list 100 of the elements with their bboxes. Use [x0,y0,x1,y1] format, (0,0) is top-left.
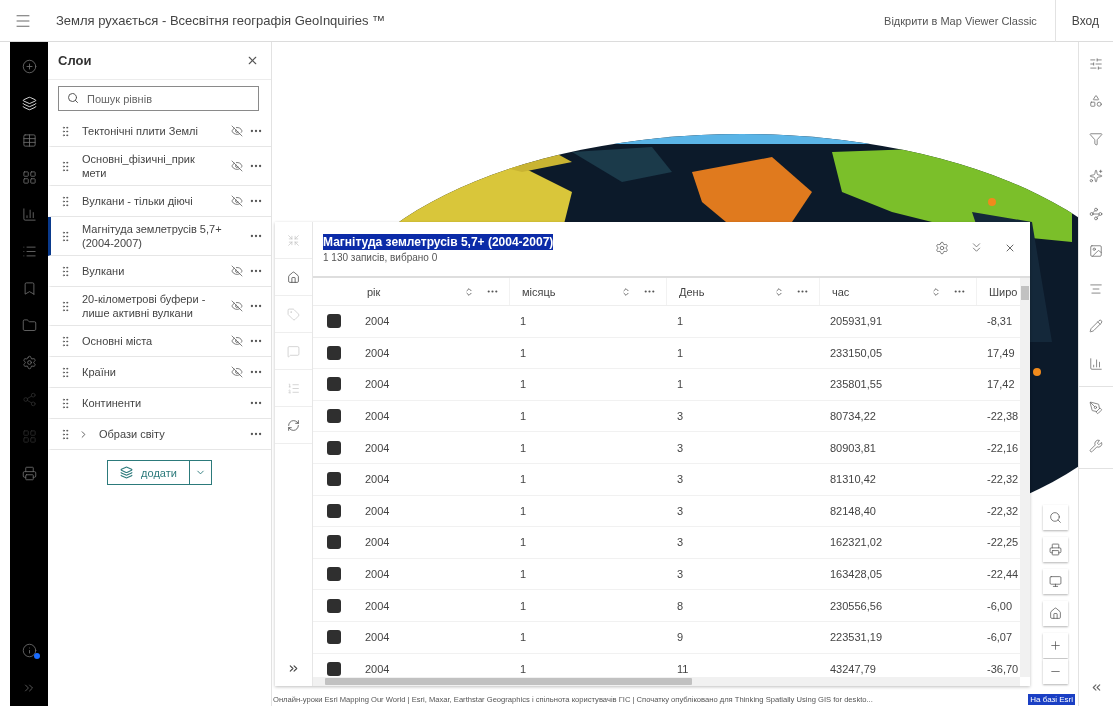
sort-icon[interactable] [464,286,474,297]
sort-icon[interactable] [931,286,941,297]
add-menu-button[interactable] [188,460,212,485]
eye-off-icon[interactable] [231,335,243,347]
monitor-button[interactable] [1043,569,1068,594]
row-checkbox[interactable] [327,440,341,455]
refresh-icon[interactable] [287,418,300,432]
layer-name: Вулкани - тільки діючі [81,194,194,208]
row-checkbox[interactable] [327,503,341,518]
row-checkbox[interactable] [327,598,341,613]
add-icon[interactable] [21,59,37,74]
table-cell-text: 233150,05 [829,346,883,359]
row-checkbox[interactable] [327,377,341,392]
column-header[interactable]: час [832,285,927,298]
filter-icon[interactable] [1089,131,1103,146]
grid-icon[interactable] [21,170,37,185]
layer-name: Основні міста [81,334,154,348]
column-header[interactable]: рік [367,285,460,298]
layer-item[interactable]: Образи світу [48,419,271,450]
sort-icon[interactable] [774,286,784,297]
vertical-scrollbar[interactable] [1020,278,1030,677]
layer-item[interactable]: Вулкани [48,256,271,287]
eye-off-icon[interactable] [231,366,243,378]
horizontal-scrollbar[interactable] [313,677,1020,686]
table-cell-text: -6,00 [986,599,1014,612]
row-checkbox[interactable] [327,567,341,582]
table-cell-text: -22,25 [986,536,1020,549]
eye-off-icon[interactable] [231,195,243,207]
column-header[interactable]: День [679,285,770,298]
layer-name: Магнітуда землетрусів 5,7+ (2004-2007) [81,222,223,250]
print-icon[interactable] [21,466,37,481]
pen-icon[interactable] [1089,401,1103,416]
table-cell-text: 205931,91 [829,315,883,328]
folder-icon[interactable] [21,318,37,333]
plus-button[interactable] [1043,633,1068,658]
settings-icon[interactable] [21,355,37,370]
shapes-icon[interactable] [1089,94,1103,109]
eye-off-icon[interactable] [231,125,243,137]
layer-name: Тектонічні плити Землі [81,124,199,138]
chart-icon[interactable] [1089,356,1103,371]
layer-item[interactable]: Тектонічні плити Землі [48,116,271,147]
image-icon[interactable] [1089,244,1103,259]
sign-in-link[interactable]: Вход [1055,13,1113,28]
layer-item[interactable]: Магнітуда землетрусів 5,7+ (2004-2007) [48,217,271,256]
home-icon[interactable] [287,270,300,284]
layer-item[interactable]: Основні_фізичні_прик мети [48,147,271,186]
add-button[interactable]: додати [107,460,189,485]
row-checkbox[interactable] [327,535,341,550]
close-icon[interactable] [246,54,259,67]
list-icon[interactable] [21,244,37,259]
bookmark-icon[interactable] [21,281,37,296]
layers-icon [120,466,134,479]
open-classic-link[interactable]: Відкрити в Map Viewer Classic [866,14,1055,27]
pencil-icon[interactable] [1089,319,1103,334]
settings-icon[interactable] [935,240,949,255]
row-checkbox[interactable] [327,314,341,329]
row-checkbox[interactable] [327,345,341,360]
table-cell-text: 1 [519,410,528,423]
table-cell-text: 1 [519,662,528,675]
eye-off-icon[interactable] [231,300,243,312]
table-icon[interactable] [21,133,37,148]
powered-by-link[interactable]: На базі Esri [1028,693,1075,705]
table-cell-text: -22,32 [986,473,1020,486]
table-cell-text: -22,38 [986,410,1020,423]
layers-icon[interactable] [21,96,37,111]
layer-item[interactable]: Континенти [48,388,271,419]
chart-icon[interactable] [21,207,37,222]
column-header[interactable]: Широ [989,285,1018,298]
eye-off-icon[interactable] [231,160,243,172]
layer-item[interactable]: 20-кілометрові буфери - лише активні вулкани [48,287,271,326]
row-checkbox[interactable] [327,661,341,676]
print-button[interactable] [1043,537,1068,562]
row-checkbox[interactable] [327,630,341,645]
table-cell-text: 11 [676,662,690,675]
row-checkbox[interactable] [327,409,341,424]
nodes-icon[interactable] [1089,206,1103,221]
table-cell-text: 1 [519,536,528,549]
table-cell-text: 1 [676,315,685,328]
search-button[interactable] [1043,505,1068,530]
search-field[interactable]: Пошук рівнів [58,86,259,111]
table-cell-text: 2004 [364,536,391,549]
table-cell-text: 81310,42 [829,473,877,486]
table-cell-text: 82148,40 [829,504,877,517]
table-cell-text: -22,16 [986,441,1020,454]
layer-item[interactable]: Країни [48,357,271,388]
row-checkbox[interactable] [327,472,341,487]
home-button[interactable] [1043,601,1068,626]
info-icon[interactable] [21,643,37,658]
column-header[interactable]: місяць [522,285,617,298]
sliders-icon[interactable] [1089,56,1103,71]
layer-item[interactable]: Вулкани - тільки діючі [48,186,271,217]
table-cell-text: 2004 [364,504,391,517]
layer-item[interactable]: Основні міста [48,326,271,357]
sparkle-icon[interactable] [1089,169,1103,184]
sort-icon[interactable] [621,286,631,297]
eye-off-icon[interactable] [231,265,243,277]
table-cell-text: 3 [676,473,685,486]
table-cell-text: 3 [676,536,685,549]
wrench-icon[interactable] [1089,438,1103,453]
table-cell-text: 17,42 [986,378,1016,391]
